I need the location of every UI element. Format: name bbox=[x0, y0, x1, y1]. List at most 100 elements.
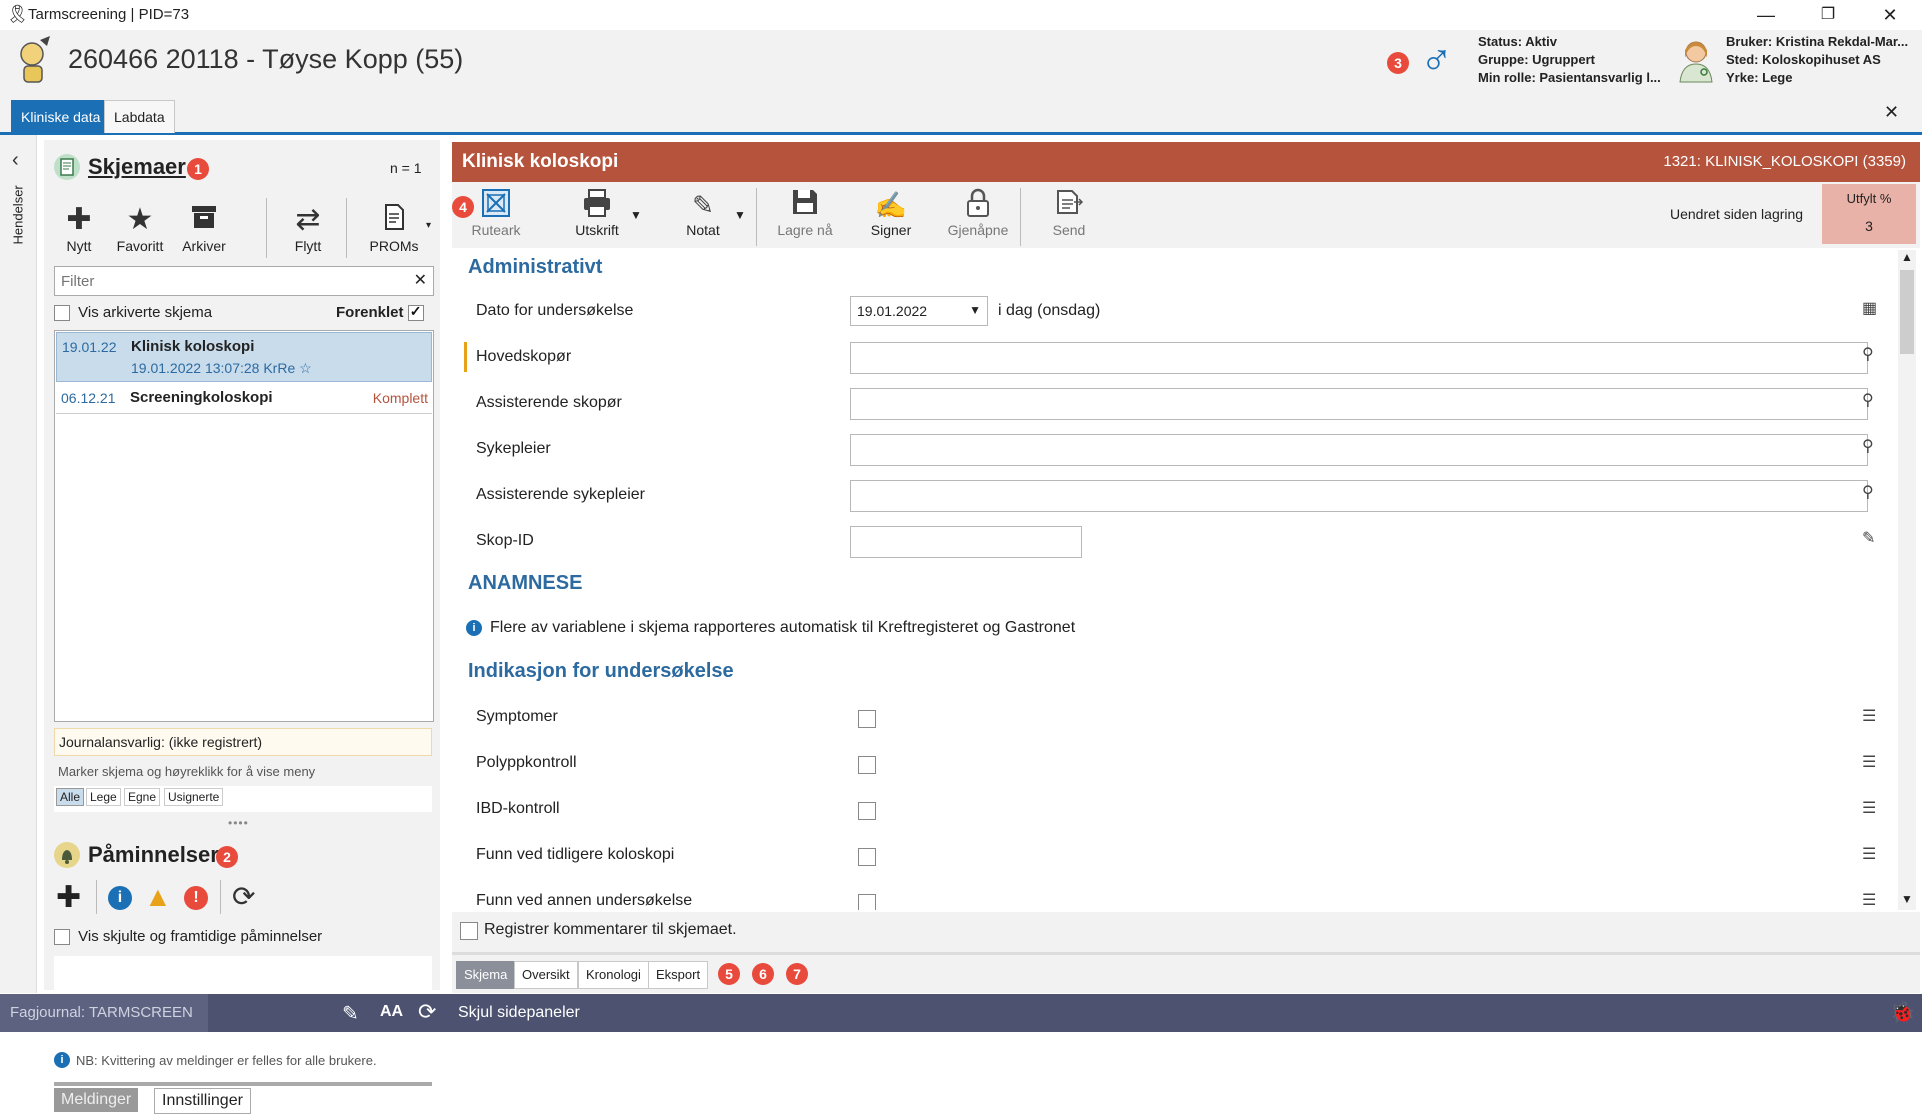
form-scrollbar[interactable]: ▲ ▼ bbox=[1898, 250, 1916, 910]
calendar-icon[interactable]: ▦ bbox=[1862, 298, 1877, 318]
scroll-down-icon[interactable]: ▼ bbox=[1901, 892, 1913, 906]
list-options-icon[interactable]: ☰ bbox=[1862, 844, 1876, 864]
show-hidden-row[interactable]: Vis skjulte og framtidige påminnelser bbox=[54, 928, 322, 946]
pin-icon[interactable]: ✎ bbox=[342, 1001, 359, 1026]
pencil-icon[interactable]: ✎ bbox=[1862, 528, 1875, 548]
list-options-icon[interactable]: ☰ bbox=[1862, 706, 1876, 726]
tab-messages[interactable]: Meldinger bbox=[54, 1088, 139, 1112]
nurse-input[interactable] bbox=[850, 434, 1868, 466]
events-sidebar-strip[interactable]: ‹ Hendelser bbox=[0, 135, 37, 993]
note-button[interactable]: ✎ Notat bbox=[666, 188, 740, 238]
add-reminder-icon[interactable]: ✚ bbox=[56, 880, 81, 915]
error-filter-icon[interactable]: ! bbox=[184, 886, 208, 910]
search-icon[interactable]: ⚲ bbox=[1862, 482, 1874, 502]
form-code: 1321: KLINISK_KOLOSKOPI (3359) bbox=[1663, 153, 1906, 170]
indication-checkbox[interactable] bbox=[858, 802, 876, 820]
tab-eksport[interactable]: Eksport bbox=[648, 961, 709, 989]
proms-dropdown-icon[interactable]: ▾ bbox=[426, 220, 431, 231]
collapse-chevron-icon[interactable]: ‹ bbox=[12, 149, 19, 172]
patient-header: 260466 20118 - Tøyse Kopp (55) 3 ♂ Statu… bbox=[0, 30, 1922, 94]
list-item[interactable]: 06.12.21 Screeningkoloskopi Komplett bbox=[56, 383, 432, 414]
list-options-icon[interactable]: ☰ bbox=[1862, 752, 1876, 772]
main-scope-input[interactable] bbox=[850, 342, 1868, 374]
filter-field[interactable]: ✕ bbox=[54, 266, 434, 296]
warning-filter-icon[interactable]: ▲ bbox=[144, 881, 172, 913]
toolbar-separator bbox=[1020, 188, 1021, 246]
hide-panels-button[interactable]: Skjul sidepaneler bbox=[458, 1004, 580, 1022]
save-now-button[interactable]: Lagre nå bbox=[768, 188, 842, 238]
restore-button[interactable]: ❐ bbox=[1800, 0, 1856, 30]
info-icon: i bbox=[54, 1052, 70, 1068]
simplified-row[interactable]: Forenklet bbox=[336, 303, 424, 322]
refresh-icon[interactable]: ⟳ bbox=[418, 999, 436, 1025]
list-options-icon[interactable]: ☰ bbox=[1862, 798, 1876, 818]
assist-nurse-input[interactable] bbox=[850, 480, 1868, 512]
forms-count: n = 1 bbox=[390, 160, 422, 176]
scroll-up-icon[interactable]: ▲ bbox=[1901, 250, 1913, 264]
archive-button[interactable]: Arkiver bbox=[176, 202, 232, 254]
filter-tab-own[interactable]: Egne bbox=[124, 788, 161, 806]
filter-tab-all[interactable]: Alle bbox=[56, 788, 85, 806]
close-window-button[interactable]: ✕ bbox=[1862, 0, 1918, 30]
journal-responsible: Journalansvarlig: (ikke registrert) bbox=[54, 728, 432, 756]
simplified-checkbox[interactable] bbox=[407, 303, 424, 322]
tab-kronologi[interactable]: Kronologi bbox=[578, 961, 649, 989]
note-dropdown-icon[interactable]: ▼ bbox=[734, 208, 746, 222]
send-button[interactable]: Send bbox=[1032, 188, 1106, 238]
list-item[interactable]: 19.01.22 Klinisk koloskopi 19.01.2022 13… bbox=[56, 332, 432, 382]
form-name: Screeningkoloskopi bbox=[130, 389, 273, 406]
search-icon[interactable]: ⚲ bbox=[1862, 390, 1874, 410]
refresh-icon[interactable]: ⟳ bbox=[232, 880, 255, 913]
indication-checkbox[interactable] bbox=[858, 710, 876, 728]
tab-settings[interactable]: Innstillinger bbox=[154, 1088, 251, 1114]
splitter-handle[interactable]: •••• bbox=[228, 816, 249, 830]
tab-skjema[interactable]: Skjema bbox=[456, 961, 516, 989]
reminders-panel-title: Påminnelser bbox=[88, 842, 219, 867]
close-tab-icon[interactable]: ✕ bbox=[1884, 102, 1899, 123]
new-form-button[interactable]: ✚ Nytt bbox=[52, 202, 106, 254]
sign-button[interactable]: ✍ Signer bbox=[854, 188, 928, 238]
indication-checkbox[interactable] bbox=[858, 756, 876, 774]
info-filter-icon[interactable]: i bbox=[108, 886, 132, 910]
filter-tab-unsigned[interactable]: Usignerte bbox=[164, 788, 224, 806]
forms-icon bbox=[54, 154, 80, 180]
filter-tab-doctor[interactable]: Lege bbox=[86, 788, 121, 806]
font-size-icon[interactable]: AA bbox=[380, 1003, 403, 1021]
chevron-down-icon[interactable]: ▼ bbox=[969, 303, 981, 317]
print-button[interactable]: Utskrift bbox=[562, 188, 632, 238]
show-archived-checkbox[interactable] bbox=[54, 305, 70, 322]
changed-status: Uendret siden lagring bbox=[1670, 206, 1804, 222]
pen-icon: ✎ bbox=[692, 190, 714, 220]
show-archived-row[interactable]: Vis arkiverte skjema bbox=[54, 304, 212, 322]
toolbar-separator bbox=[756, 188, 757, 246]
scrollbar-thumb[interactable] bbox=[1900, 270, 1914, 354]
tab-labdata[interactable]: Labdata bbox=[104, 100, 175, 133]
assist-scope-input[interactable] bbox=[850, 388, 1868, 420]
search-icon[interactable]: ⚲ bbox=[1862, 344, 1874, 364]
tab-oversikt[interactable]: Oversikt bbox=[514, 961, 578, 989]
date-dropdown[interactable]: 19.01.2022 ▼ bbox=[850, 296, 988, 326]
indication-label: Polyppkontroll bbox=[476, 754, 577, 771]
show-hidden-checkbox[interactable] bbox=[54, 929, 70, 946]
minimize-button[interactable]: — bbox=[1738, 0, 1794, 30]
comment-row[interactable]: Registrer kommentarer til skjemaet. bbox=[452, 912, 1920, 955]
favorite-button[interactable]: ★ Favoritt bbox=[110, 202, 170, 254]
reminders-note: NB: Kvittering av meldinger er felles fo… bbox=[76, 1053, 377, 1068]
events-label: Hendelser bbox=[10, 185, 26, 245]
scope-id-input[interactable] bbox=[850, 526, 1082, 558]
bug-icon[interactable]: 🐞 bbox=[1890, 1000, 1915, 1025]
ruteark-button[interactable]: Ruteark bbox=[466, 188, 526, 238]
list-options-icon[interactable]: ☰ bbox=[1862, 890, 1876, 910]
print-dropdown-icon[interactable]: ▼ bbox=[630, 208, 642, 222]
reopen-button[interactable]: Gjenåpne bbox=[938, 188, 1018, 238]
search-icon[interactable]: ⚲ bbox=[1862, 436, 1874, 456]
proms-button[interactable]: PROMs bbox=[366, 202, 422, 254]
form-header-bar: Klinisk koloskopi 1321: KLINISK_KOLOSKOP… bbox=[452, 142, 1920, 182]
filter-input[interactable] bbox=[59, 268, 383, 294]
clear-filter-icon[interactable]: ✕ bbox=[414, 270, 427, 290]
indication-checkbox[interactable] bbox=[858, 848, 876, 866]
comment-checkbox[interactable] bbox=[460, 922, 478, 940]
move-button[interactable]: ⇄ Flytt bbox=[284, 202, 332, 254]
tab-kliniske-data[interactable]: Kliniske data bbox=[11, 100, 111, 133]
indication-checkbox[interactable] bbox=[858, 894, 876, 910]
